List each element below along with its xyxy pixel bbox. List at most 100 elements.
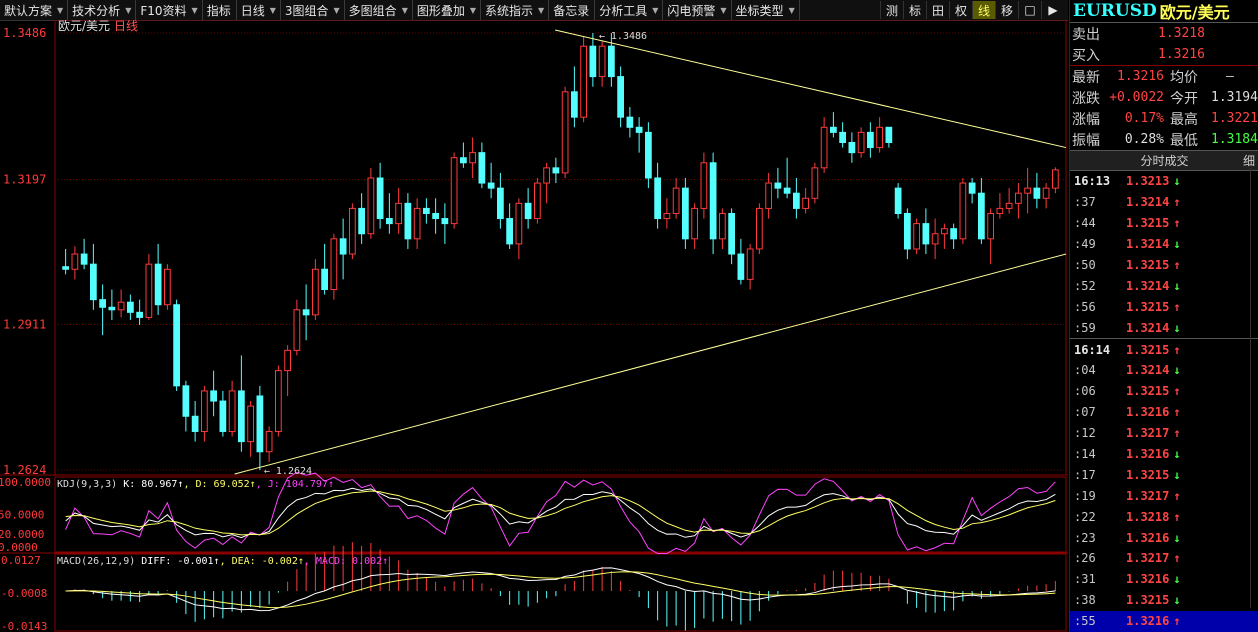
toolbar-item-7[interactable]: 图形叠加 ▼ — [413, 0, 482, 20]
candle-body — [164, 268, 171, 306]
tick-row[interactable]: :55 1.3216 ↑ — [1070, 610, 1258, 632]
toolbar-item-label: 分析工具 — [599, 3, 648, 18]
chevron-down-icon[interactable]: ▼ — [718, 6, 728, 15]
kdj-axis-label: 50.0000 — [0, 509, 44, 522]
candle-body — [413, 207, 421, 240]
toolbar-item-label: 多图组合 — [348, 3, 397, 18]
tick-row[interactable]: :26 1.3217 ↑ — [1070, 548, 1258, 569]
tick-row[interactable]: :37 1.3214 ↑ — [1070, 192, 1258, 213]
candle-body — [774, 182, 782, 189]
right-tool-6[interactable]: □ — [1018, 1, 1041, 19]
tick-time: :31 — [1074, 572, 1096, 587]
candle-body — [302, 309, 310, 316]
candle-body — [811, 167, 819, 199]
tick-price: 1.3215 — [1126, 342, 1170, 357]
tick-row[interactable]: 16:13 1.3213 ↓ — [1070, 171, 1258, 192]
tick-row[interactable]: :56 1.3215 ↑ — [1070, 296, 1258, 317]
tick-price: 1.3213 — [1126, 174, 1170, 189]
tick-row[interactable]: :49 1.3214 ↓ — [1070, 234, 1258, 255]
arrow-up-icon: ↑ — [1173, 405, 1181, 420]
right-tool-0[interactable]: 测 — [880, 1, 903, 19]
chevron-down-icon[interactable]: ▼ — [55, 6, 65, 15]
candle-body — [756, 207, 763, 250]
chevron-down-icon[interactable]: ▼ — [332, 6, 342, 15]
toolbar-item-4[interactable]: 日线 ▼ — [237, 0, 281, 20]
detail-toggle[interactable]: 细 — [1243, 152, 1255, 169]
tick-price: 1.3214 — [1126, 320, 1170, 335]
chevron-down-icon[interactable]: ▼ — [468, 6, 478, 15]
candle-body — [1042, 187, 1050, 199]
candle-body — [358, 207, 365, 235]
chevron-down-icon[interactable]: ▼ — [787, 6, 797, 15]
tick-row[interactable]: :22 1.3218 ↑ — [1070, 506, 1258, 527]
toolbar-item-9[interactable]: 备忘录 — [549, 0, 596, 20]
candle-body — [728, 212, 735, 255]
chevron-down-icon[interactable]: ▼ — [536, 6, 546, 15]
tick-time: :52 — [1074, 278, 1096, 293]
candle-body — [265, 430, 273, 453]
tick-row[interactable]: 16:14 1.3215 ↑ — [1070, 338, 1258, 360]
chevron-down-icon[interactable]: ▼ — [400, 6, 410, 15]
price-axis-label: 1.3197 — [3, 173, 46, 187]
toolbar-item-10[interactable]: 分析工具 ▼ — [595, 0, 664, 20]
toolbar-item-0[interactable]: 默认方案 ▼ — [0, 0, 69, 20]
sell-price: 1.3218 — [1158, 26, 1205, 41]
change-label: 涨跌 — [1072, 90, 1100, 107]
arrow-up-icon: ↑ — [1173, 258, 1181, 272]
tick-row[interactable]: :52 1.3214 ↓ — [1070, 275, 1258, 296]
tick-row[interactable]: :12 1.3217 ↑ — [1070, 423, 1258, 444]
chevron-down-icon[interactable]: ▼ — [268, 6, 278, 15]
candle-body — [404, 202, 412, 240]
right-tool-1[interactable]: 标 — [903, 1, 926, 19]
open-label: 今开 — [1170, 90, 1198, 107]
chevron-down-icon[interactable]: ▼ — [123, 6, 133, 15]
arrow-down-icon: ↓ — [1173, 572, 1181, 587]
tick-time: :04 — [1074, 363, 1096, 378]
tick-row[interactable]: :50 1.3215 ↑ — [1070, 255, 1258, 276]
candle-body — [876, 126, 883, 149]
chevron-down-icon[interactable]: ▼ — [190, 6, 200, 15]
candle-body — [99, 299, 106, 308]
tick-time: :55 — [1074, 614, 1096, 629]
tick-time: :50 — [1074, 258, 1096, 272]
tick-price: 1.3215 — [1126, 384, 1170, 399]
candle-body — [154, 263, 162, 306]
candle-body — [1005, 202, 1013, 209]
toolbar-item-2[interactable]: F10资料 ▼ — [136, 0, 203, 20]
tick-row[interactable]: :44 1.3215 ↑ — [1070, 213, 1258, 234]
tick-row[interactable]: :17 1.3215 ↓ — [1070, 464, 1258, 485]
candle-body — [386, 218, 393, 225]
candle-body — [839, 131, 846, 144]
right-tool-5[interactable]: 移 — [995, 1, 1018, 19]
tick-row[interactable]: :23 1.3216 ↓ — [1070, 527, 1258, 548]
toolbar-item-6[interactable]: 多图组合 ▼ — [345, 0, 413, 20]
toolbar-item-11[interactable]: 闪电预警 ▼ — [663, 0, 732, 20]
toolbar-item-1[interactable]: 技术分析 ▼ — [68, 0, 137, 20]
candle-body — [312, 268, 319, 316]
toolbar-item-5[interactable]: 3图组合 ▼ — [281, 0, 345, 20]
tick-row[interactable]: :06 1.3215 ↑ — [1070, 381, 1258, 402]
tick-row[interactable]: :04 1.3214 ↓ — [1070, 360, 1258, 381]
tick-row[interactable]: :59 1.3214 ↓ — [1070, 317, 1258, 338]
toolbar-item-label: 图形叠加 — [416, 3, 465, 18]
right-tool-7[interactable]: ▶ — [1041, 1, 1064, 19]
tick-row[interactable]: :07 1.3216 ↑ — [1070, 402, 1258, 423]
tick-scrollbar[interactable] — [1250, 168, 1258, 608]
right-tool-4[interactable]: 线 — [972, 1, 995, 19]
tick-time: :06 — [1074, 384, 1096, 399]
right-tool-3[interactable]: 权 — [949, 1, 972, 19]
tick-time: :59 — [1074, 320, 1096, 335]
toolbar-item-3[interactable]: 指标 — [203, 0, 237, 20]
chevron-down-icon[interactable]: ▼ — [650, 6, 660, 15]
tick-row[interactable]: :31 1.3216 ↓ — [1070, 569, 1258, 590]
tick-row[interactable]: :38 1.3215 ↓ — [1070, 590, 1258, 611]
toolbar-item-12[interactable]: 坐标类型 ▼ — [732, 0, 800, 20]
candle-body — [238, 390, 245, 443]
right-tool-2[interactable]: 田 — [926, 1, 949, 19]
arrow-down-icon: ↓ — [1173, 237, 1181, 252]
tick-row[interactable]: :19 1.3217 ↑ — [1070, 485, 1258, 506]
tick-list-title: 分时成交 — [1140, 154, 1189, 168]
candle-body — [460, 157, 467, 164]
toolbar-item-8[interactable]: 系统指示 ▼ — [481, 0, 550, 20]
tick-row[interactable]: :14 1.3216 ↓ — [1070, 444, 1258, 465]
